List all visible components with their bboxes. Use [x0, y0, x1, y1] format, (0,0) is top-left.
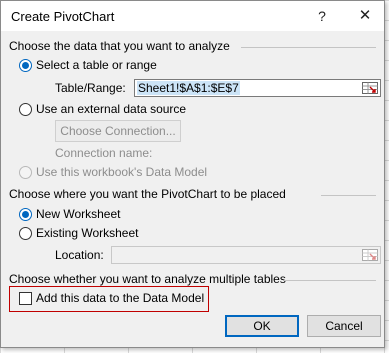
range-selector-icon[interactable] — [361, 81, 379, 95]
table-range-value: Sheet1!$A$1:$E$7 — [137, 81, 240, 95]
choose-connection-button[interactable]: Choose Connection... — [55, 120, 181, 142]
range-selector-icon[interactable] — [361, 248, 379, 262]
section-multiple-tables-title: Choose whether you want to analyze multi… — [9, 272, 286, 286]
label-new-worksheet[interactable]: New Worksheet — [36, 207, 120, 221]
label-select-table[interactable]: Select a table or range — [36, 58, 157, 72]
help-icon[interactable]: ? — [308, 5, 336, 27]
label-external-source[interactable]: Use an external data source — [36, 102, 186, 116]
radio-data-model[interactable] — [19, 166, 32, 179]
radio-select-table[interactable] — [19, 59, 32, 72]
section-data-title: Choose the data that you want to analyze — [9, 39, 230, 53]
radio-new-worksheet[interactable] — [19, 208, 32, 221]
cancel-button[interactable]: Cancel — [307, 315, 381, 337]
location-input[interactable] — [111, 246, 381, 264]
dialog-title: Create PivotChart — [11, 9, 115, 24]
ok-button[interactable]: OK — [225, 315, 299, 337]
title-bar: Create PivotChart ? ✕ — [1, 1, 384, 31]
label-data-model[interactable]: Use this workbook's Data Model — [36, 165, 207, 179]
label-table-range: Table/Range: — [55, 81, 126, 95]
section-divider — [284, 280, 376, 281]
label-add-data-model[interactable]: Add this data to the Data Model — [36, 291, 204, 305]
label-existing-worksheet[interactable]: Existing Worksheet — [36, 226, 139, 240]
radio-external-source[interactable] — [19, 103, 32, 116]
section-divider — [241, 47, 376, 48]
checkbox-add-data-model[interactable] — [19, 292, 32, 305]
section-divider — [321, 195, 376, 196]
label-location: Location: — [55, 248, 104, 262]
close-icon[interactable]: ✕ — [351, 5, 379, 27]
label-connection-name: Connection name: — [55, 146, 153, 160]
table-range-input[interactable]: Sheet1!$A$1:$E$7 — [134, 79, 381, 97]
radio-existing-worksheet[interactable] — [19, 227, 32, 240]
create-pivotchart-dialog: Create PivotChart ? ✕ Choose the data th… — [0, 0, 385, 348]
section-placement-title: Choose where you want the PivotChart to … — [9, 187, 286, 201]
